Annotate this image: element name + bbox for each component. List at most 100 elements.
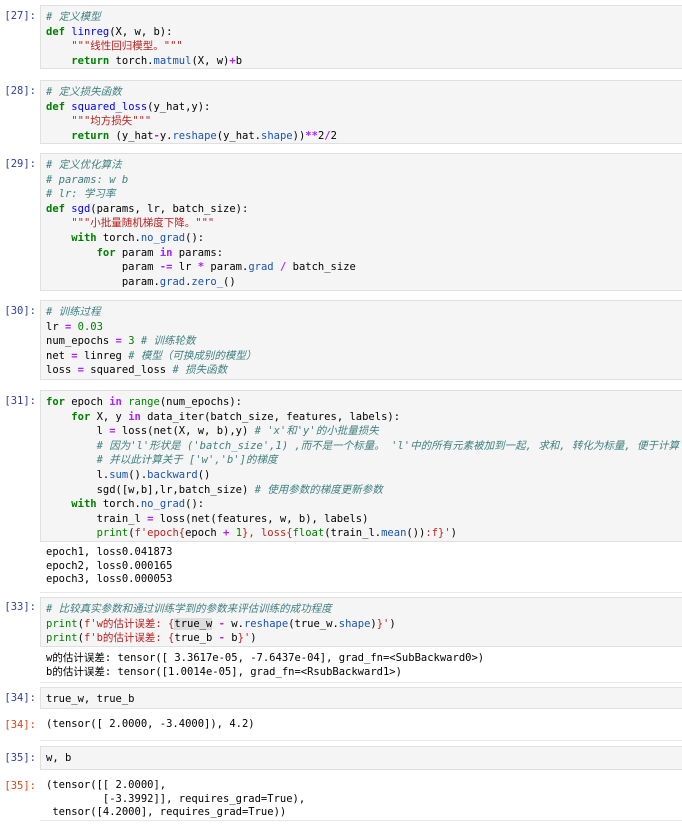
code-token: params: bbox=[172, 246, 224, 259]
code-token: batch_size bbox=[286, 261, 356, 274]
cell-output-33: w的估计误差: tensor([ 3.3617e-05, -7.6437e-04… bbox=[46, 652, 485, 678]
code-line: true_w, true_b bbox=[46, 692, 135, 707]
code-token: # 模型（可换成别的模型） bbox=[128, 349, 257, 362]
code-token: (true_w. bbox=[288, 617, 339, 630]
code-token: ()) bbox=[406, 527, 426, 540]
code-token: # 比较真实参数和通过训练学到的参数来评估训练的成功程度 bbox=[46, 603, 332, 615]
code-token: param. bbox=[46, 275, 160, 288]
code-editor[interactable]: # 训练过程 lr = 0.03 num_epochs = 3 # 训练轮数 net … bbox=[46, 305, 256, 378]
code-token: """线性回归模型。""" bbox=[71, 40, 183, 53]
code-token: sgd([w,b],lr,batch_size) bbox=[46, 483, 255, 496]
code-token: def bbox=[46, 100, 65, 113]
code-token: grad bbox=[159, 275, 186, 288]
code-token: param bbox=[46, 261, 160, 274]
code-line: print(f'epoch{epoch + 1}, loss{float(tra… bbox=[46, 526, 679, 541]
code-token: # 定义损失函数 bbox=[46, 86, 122, 98]
code-token: no_grad bbox=[140, 498, 186, 511]
cell-divider bbox=[40, 592, 682, 593]
code-token: squared_loss bbox=[83, 364, 173, 377]
cell-output-35: (tensor([[ 2.0000], [-3.3992]], requires… bbox=[46, 779, 306, 818]
code-token: (y_hat,y): bbox=[147, 100, 211, 113]
code-token: (params, lr, batch_size): bbox=[90, 202, 249, 215]
input-prompt-34: [34]: bbox=[4, 692, 36, 704]
code-token: no_grad bbox=[140, 231, 186, 244]
code-token: (). bbox=[128, 468, 148, 481]
code-editor[interactable]: # 定义优化算法 # params: w b # lr: 学习率 def sgd(pa… bbox=[46, 158, 356, 289]
code-token: X, y bbox=[90, 410, 129, 423]
code-token: return bbox=[71, 54, 110, 67]
input-prompt-29: [29]: bbox=[4, 158, 36, 170]
code-cell-34[interactable]: true_w, true_b bbox=[40, 687, 682, 709]
code-line: sgd([w,b],lr,batch_size) # 使用参数的梯度更新参数 bbox=[46, 483, 679, 498]
code-token: loss(net(features, w, b), labels) bbox=[153, 512, 369, 525]
code-editor[interactable]: # 定义模型 def linreg(X, w, b): """线性回归模型。"""… bbox=[46, 10, 242, 68]
code-token: y. bbox=[159, 129, 173, 142]
code-line: print(f'b的估计误差: {true_b - b}') bbox=[46, 631, 396, 646]
code-line: net = linreg # 模型（可换成别的模型） bbox=[46, 349, 256, 364]
code-editor[interactable]: w, b bbox=[46, 751, 71, 766]
code-token: # lr: 学习率 bbox=[46, 188, 116, 201]
code-token: (y_hat. bbox=[216, 129, 262, 142]
code-editor[interactable]: true_w, true_b bbox=[46, 692, 135, 707]
code-cell-27[interactable]: # 定义模型 def linreg(X, w, b): """线性回归模型。"""… bbox=[40, 5, 682, 69]
output-prompt-35: [35]: bbox=[4, 780, 36, 792]
code-line: """小批量随机梯度下降。""" bbox=[46, 216, 356, 231]
code-token: 2 bbox=[330, 129, 337, 142]
code-editor[interactable]: # 比较真实参数和通过训练学到的参数来评估训练的成功程度 print(f'w的估计… bbox=[46, 602, 396, 646]
code-token: print bbox=[46, 617, 78, 630]
code-token: backward bbox=[147, 468, 198, 481]
code-token: # 定义模型 bbox=[46, 11, 101, 23]
code-line: def sgd(params, lr, batch_size): bbox=[46, 202, 356, 217]
code-token: in bbox=[109, 396, 122, 408]
code-token: # 定义优化算法 bbox=[46, 159, 122, 171]
code-token: 0.03 bbox=[77, 320, 103, 333]
code-cell-35[interactable]: w, b bbox=[40, 746, 682, 770]
input-prompt-33: [33]: bbox=[4, 601, 36, 613]
code-token: true_w, true_b bbox=[46, 693, 135, 705]
code-token: reshape bbox=[172, 129, 217, 142]
code-cell-30[interactable]: # 训练过程 lr = 0.03 num_epochs = 3 # 训练轮数 net … bbox=[40, 300, 682, 380]
input-prompt-30: [30]: bbox=[4, 305, 36, 317]
code-cell-31[interactable]: for epoch in range(num_epochs): for X, y… bbox=[40, 390, 682, 542]
code-token: ) bbox=[250, 632, 257, 645]
code-token: torch. bbox=[109, 54, 154, 67]
code-line: with torch.no_grad(): bbox=[46, 231, 356, 246]
code-token: (y_hat bbox=[109, 129, 154, 142]
code-token: (train_l. bbox=[324, 527, 382, 540]
code-line: l = loss(net(X, w, b),y) # 'x'和'y'的小批量损失 bbox=[46, 424, 679, 439]
code-cell-29[interactable]: # 定义优化算法 # params: w b # lr: 学习率 def sgd(pa… bbox=[40, 153, 682, 291]
code-token: net bbox=[46, 349, 72, 362]
code-editor[interactable]: # 定义损失函数 def squared_loss(y_hat,y): """均方… bbox=[46, 85, 337, 143]
code-line: l.sum().backward() bbox=[46, 468, 679, 483]
code-token: shape bbox=[261, 129, 293, 142]
code-token: torch. bbox=[96, 231, 141, 244]
code-token: :f}' bbox=[425, 527, 451, 540]
input-prompt-27: [27]: bbox=[4, 10, 36, 22]
code-line: with torch.no_grad(): bbox=[46, 497, 679, 512]
code-token: w. bbox=[224, 617, 244, 630]
input-prompt-35: [35]: bbox=[4, 752, 36, 764]
cell-output-34: (tensor([ 2.0000, -3.4000]), 4.2) bbox=[46, 718, 255, 730]
input-prompt-28: [28]: bbox=[4, 85, 36, 97]
code-line: # 并以此计算关于 ['w','b']的梯度 bbox=[46, 453, 679, 468]
code-line: param.grad.zero_() bbox=[46, 275, 356, 290]
code-cell-33[interactable]: # 比较真实参数和通过训练学到的参数来评估训练的成功程度 print(f'w的估计… bbox=[40, 597, 682, 647]
code-line: lr = 0.03 bbox=[46, 320, 256, 335]
code-token: """均方损失""" bbox=[71, 115, 152, 128]
code-token: for bbox=[96, 246, 116, 259]
code-token: return bbox=[71, 129, 110, 142]
cell-divider bbox=[40, 820, 682, 821]
code-line: # 训练过程 bbox=[46, 305, 256, 320]
code-token: # 因为'l'形状是 ('batch_size',1) ,而不是一个标量。 'l… bbox=[96, 439, 680, 452]
code-token: ) bbox=[450, 527, 457, 540]
code-line: def squared_loss(y_hat,y): bbox=[46, 100, 337, 115]
code-editor[interactable]: for epoch in range(num_epochs): for X, y… bbox=[46, 395, 679, 541]
cell-divider bbox=[40, 740, 682, 741]
code-token: data_iter(batch_size, features, labels): bbox=[140, 410, 401, 423]
code-token: # 并以此计算关于 ['w','b']的梯度 bbox=[96, 454, 278, 467]
code-cell-28[interactable]: # 定义损失函数 def squared_loss(y_hat,y): """均方… bbox=[40, 80, 682, 144]
code-token: sgd bbox=[71, 202, 91, 215]
